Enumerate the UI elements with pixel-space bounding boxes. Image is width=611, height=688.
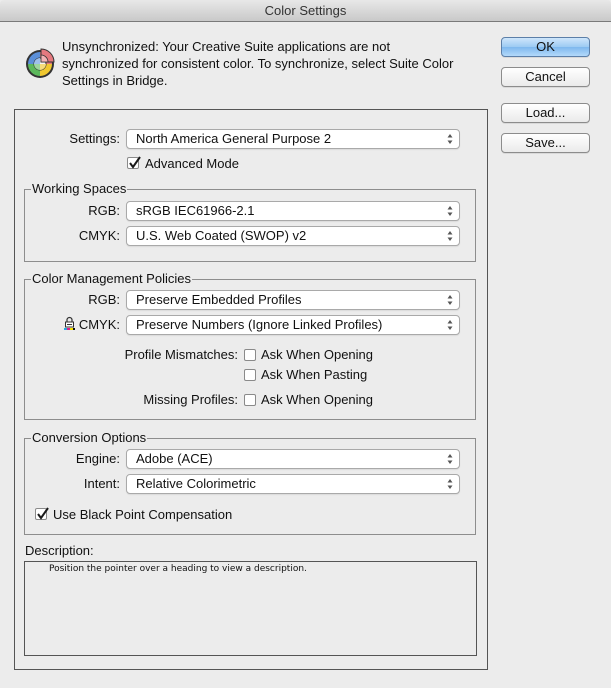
select-arrows-icon [447, 206, 453, 216]
policy-cmyk-select[interactable]: Preserve Numbers (Ignore Linked Profiles… [126, 315, 460, 335]
description-title: Description: [25, 543, 94, 558]
ws-rgb-select[interactable]: sRGB IEC61966-2.1 [126, 201, 460, 221]
ws-rgb-label: RGB: [88, 203, 120, 218]
settings-label: Settings: [69, 131, 120, 146]
window-title: Color Settings [264, 3, 347, 18]
select-arrows-icon [447, 454, 453, 464]
intent-select[interactable]: Relative Colorimetric [126, 474, 460, 494]
black-point-checkbox[interactable] [35, 507, 49, 520]
checkmark-icon [129, 156, 141, 169]
select-arrows-icon [447, 479, 453, 489]
checkmark-icon [37, 507, 49, 520]
select-arrows-icon [447, 134, 453, 144]
intent-value: Relative Colorimetric [136, 476, 256, 491]
policy-rgb-label: RGB: [88, 292, 120, 307]
sync-warning-text: Unsynchronized: Your Creative Suite appl… [62, 39, 454, 88]
policy-cmyk-label: CMYK: [78, 317, 120, 332]
ws-cmyk-label: CMYK: [78, 228, 120, 243]
ok-button[interactable]: OK [501, 37, 590, 57]
description-box: Position the pointer over a heading to v… [24, 561, 477, 656]
policy-rgb-value: Preserve Embedded Profiles [136, 292, 302, 307]
missing-ask-opening-checkbox[interactable] [244, 394, 256, 406]
black-point-label: Use Black Point Compensation [53, 507, 233, 522]
profile-mismatches-label: Profile Mismatches: [124, 347, 238, 362]
engine-select[interactable]: Adobe (ACE) [126, 449, 460, 469]
policy-cmyk-value: Preserve Numbers (Ignore Linked Profiles… [136, 317, 383, 332]
engine-label: Engine: [75, 451, 120, 466]
ws-rgb-value: sRGB IEC61966-2.1 [136, 203, 255, 218]
missing-ask-opening-label: Ask When Opening [261, 392, 374, 407]
cancel-button[interactable]: Cancel [501, 67, 590, 87]
policies-title: Color Management Policies [31, 271, 192, 287]
settings-select-value: North America General Purpose 2 [136, 131, 332, 146]
missing-profiles-label: Missing Profiles: [143, 392, 238, 407]
save-button[interactable]: Save... [501, 133, 590, 153]
settings-select[interactable]: North America General Purpose 2 [126, 129, 460, 149]
advanced-mode-label: Advanced Mode [145, 156, 239, 171]
select-arrows-icon [447, 320, 453, 330]
select-arrows-icon [447, 295, 453, 305]
intent-label: Intent: [83, 476, 120, 491]
window-titlebar: Color Settings [0, 0, 611, 22]
select-arrows-icon [447, 231, 453, 241]
conversion-title: Conversion Options [31, 430, 148, 446]
color-wheel-warning-icon [26, 48, 55, 78]
policy-rgb-select[interactable]: Preserve Embedded Profiles [126, 290, 460, 310]
load-button[interactable]: Load... [501, 103, 590, 123]
working-spaces-title: Working Spaces [31, 181, 128, 197]
ws-cmyk-value: U.S. Web Coated (SWOP) v2 [136, 228, 307, 243]
mismatch-ask-opening-label: Ask When Opening [261, 347, 374, 362]
description-text: Position the pointer over a heading to v… [49, 564, 307, 574]
engine-value: Adobe (ACE) [136, 451, 213, 466]
mismatch-ask-pasting-label: Ask When Pasting [261, 367, 368, 382]
mismatch-ask-pasting-checkbox[interactable] [244, 369, 256, 381]
mismatch-ask-opening-checkbox[interactable] [244, 349, 256, 361]
advanced-mode-checkbox[interactable] [127, 156, 141, 169]
ws-cmyk-select[interactable]: U.S. Web Coated (SWOP) v2 [126, 226, 460, 246]
